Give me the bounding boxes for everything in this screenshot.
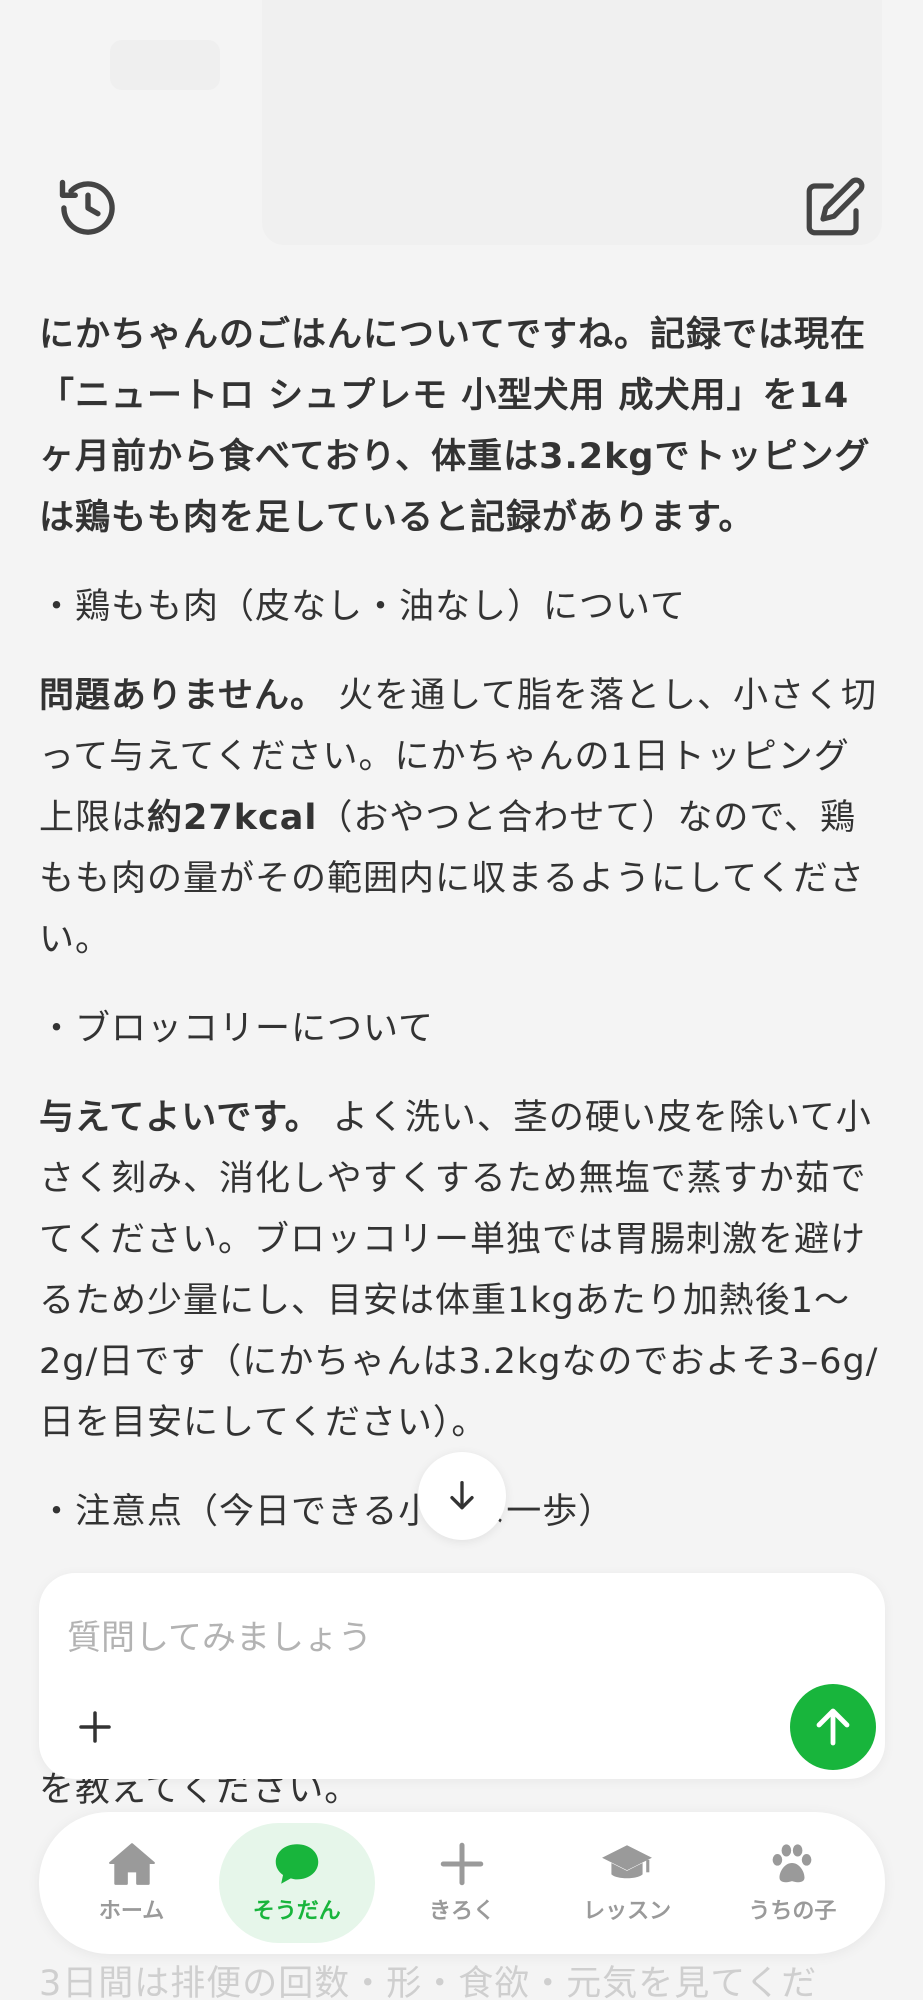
section-chicken-body: 問題ありません。 火を通して脂を落とし、小さく切って与えてください。にかちゃんの… xyxy=(39,676,878,960)
tab-home-label: ホーム xyxy=(98,1899,165,1924)
compose-icon xyxy=(806,177,865,236)
section-broccoli-body: 与えてよいです。 よく洗い、茎の硬い皮を除いて小さく刻み、消化しやすくするため無… xyxy=(39,1098,879,1443)
plus-icon xyxy=(440,1842,484,1886)
arrow-up-icon xyxy=(816,1708,850,1746)
graduation-cap-icon xyxy=(602,1845,653,1879)
section-broccoli-title: ・ブロッコリーについて xyxy=(39,1009,434,1049)
tab-home[interactable]: ホーム xyxy=(54,1823,210,1943)
arrow-down-icon xyxy=(450,1481,474,1510)
message-input[interactable] xyxy=(67,1603,767,1673)
plus-icon xyxy=(79,1711,111,1743)
chat-bubble-icon xyxy=(275,1844,319,1884)
history-icon xyxy=(59,179,115,235)
tab-lesson-label: レッスン xyxy=(583,1899,672,1924)
tab-consult-label: そうだん xyxy=(252,1899,341,1924)
tab-my-pet[interactable]: うちの子 xyxy=(714,1823,870,1943)
history-button[interactable] xyxy=(50,170,126,246)
paw-icon xyxy=(772,1844,812,1883)
background-card xyxy=(262,0,882,245)
section-chicken-title: ・鶏もも肉（皮なし・油なし）について xyxy=(39,587,686,627)
attach-button[interactable] xyxy=(65,1697,125,1757)
assistant-message: にかちゃんのごはんについてですね。記録では現在「ニュートロ シュプレモ 小型犬用… xyxy=(39,305,884,1571)
message-composer xyxy=(39,1573,885,1779)
background-chip xyxy=(110,40,220,90)
tab-consult[interactable]: そうだん xyxy=(218,1823,375,1943)
home-icon xyxy=(108,1843,155,1885)
send-button[interactable] xyxy=(790,1684,876,1770)
new-chat-button[interactable] xyxy=(796,170,872,246)
scroll-to-bottom-button[interactable] xyxy=(418,1452,506,1540)
tab-my-pet-label: うちの子 xyxy=(748,1899,837,1924)
tab-record-label: きろく xyxy=(428,1899,495,1924)
tab-record[interactable]: きろく xyxy=(384,1823,540,1943)
bottom-tab-bar: ホーム そうだん きろく レッスン うちの子 xyxy=(39,1812,885,1954)
tab-lesson[interactable]: レッスン xyxy=(549,1823,705,1943)
message-partial-bottom: 3日間は排便の回数・形・食欲・元気を見てくだ xyxy=(39,1964,818,2000)
message-intro: にかちゃんのごはんについてですね。記録では現在「ニュートロ シュプレモ 小型犬用… xyxy=(39,315,871,538)
